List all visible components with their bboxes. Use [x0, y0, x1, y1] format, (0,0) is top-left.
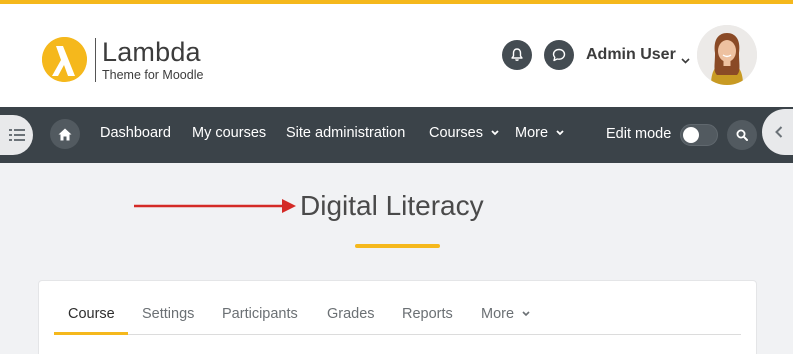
logo-tagline: Theme for Moodle: [102, 67, 204, 82]
tab-settings[interactable]: Settings: [142, 306, 194, 322]
course-secondary-nav: Course Settings Participants Grades Repo…: [54, 281, 741, 335]
chevron-down-icon: [556, 130, 564, 136]
search-button[interactable]: [727, 120, 757, 150]
messages-button[interactable]: [544, 40, 574, 70]
nav-courses-label: Courses: [429, 125, 483, 141]
site-logo[interactable]: Lambda Theme for Moodle: [42, 37, 203, 82]
title-underline: [355, 244, 440, 248]
logo-divider: [95, 37, 96, 82]
tab-more-label: More: [481, 306, 515, 322]
home-icon: [58, 128, 72, 140]
edit-mode-toggle[interactable]: [680, 124, 718, 146]
nav-more-dropdown[interactable]: More: [515, 125, 564, 141]
red-arrow-annotation: [134, 199, 296, 213]
tab-more-dropdown[interactable]: More: [481, 306, 530, 322]
nav-site-administration[interactable]: Site administration: [286, 125, 405, 141]
course-index-drawer-toggle[interactable]: [0, 115, 33, 155]
tab-reports[interactable]: Reports: [402, 306, 453, 322]
chevron-down-icon[interactable]: [681, 51, 690, 69]
logo-name: Lambda: [102, 36, 201, 67]
avatar[interactable]: [697, 25, 757, 85]
chevron-down-icon: [522, 311, 530, 317]
lambda-logo-icon: [42, 37, 87, 82]
tab-course[interactable]: Course: [68, 306, 115, 322]
page-title: Digital Literacy: [300, 190, 484, 221]
bell-icon: [511, 48, 523, 61]
block-drawer-toggle[interactable]: [762, 109, 793, 155]
notifications-button[interactable]: [502, 40, 532, 70]
nav-my-courses[interactable]: My courses: [192, 125, 266, 141]
user-menu-name[interactable]: Admin User: [586, 46, 676, 64]
logo-text: Lambda Theme for Moodle: [102, 38, 203, 82]
tab-grades[interactable]: Grades: [327, 306, 375, 322]
list-icon: [8, 129, 25, 141]
search-icon: [736, 129, 748, 141]
nav-more-label: More: [515, 125, 549, 141]
active-tab-indicator: [54, 332, 128, 335]
chevron-down-icon: [491, 130, 499, 136]
tab-participants[interactable]: Participants: [222, 306, 298, 322]
chevron-left-icon: [775, 126, 783, 138]
home-button[interactable]: [50, 119, 80, 149]
chat-bubble-icon: [552, 48, 566, 62]
toggle-knob: [683, 127, 699, 143]
nav-courses-dropdown[interactable]: Courses: [429, 125, 499, 141]
primary-navbar: Dashboard My courses Site administration…: [0, 107, 793, 163]
nav-dashboard[interactable]: Dashboard: [100, 125, 171, 141]
site-header: Lambda Theme for Moodle Admin User: [0, 4, 793, 107]
edit-mode-label: Edit mode: [606, 126, 672, 142]
course-content-card: Course Settings Participants Grades Repo…: [38, 280, 757, 354]
